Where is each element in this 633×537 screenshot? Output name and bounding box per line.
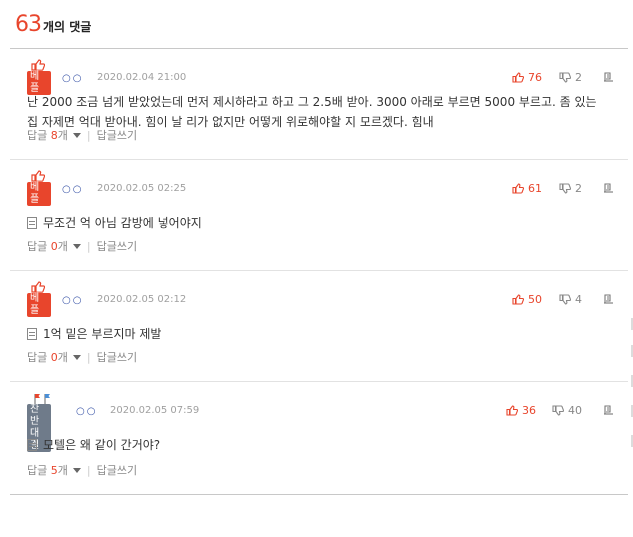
thumbs-down-icon xyxy=(559,183,571,194)
comment-text: 무조건 억 아님 감방에 넣어야지 xyxy=(43,216,202,230)
reply-label: 답글 xyxy=(27,129,48,142)
reply-label: 답글 xyxy=(27,464,48,477)
write-reply-link[interactable]: 답글쓰기 xyxy=(97,127,137,143)
reply-label: 답글 xyxy=(27,240,48,253)
like-button[interactable]: 76 xyxy=(512,71,542,84)
dislike-count: 4 xyxy=(575,293,582,306)
best-thumb-icon xyxy=(31,59,45,71)
comment-count-label: 개의 댓글 xyxy=(43,20,92,34)
thumbs-up-icon xyxy=(512,294,524,305)
reply-unit: 개 xyxy=(57,351,68,364)
comment-text-row: 모텔은 왜 같이 간거야? xyxy=(27,435,160,455)
write-reply-link[interactable]: 답글쓰기 xyxy=(97,349,137,365)
reply-count: 0 xyxy=(50,240,58,253)
comment-item: 찬반대결 ○○ 2020.02.05 07:59 36 40 모텔은 왜 같이 … xyxy=(10,382,628,495)
separator: | xyxy=(86,128,91,142)
like-count: 61 xyxy=(528,182,542,195)
comment-count: 63 xyxy=(15,12,42,37)
comment-footer: 답글 0개 | 답글쓰기 xyxy=(27,238,137,254)
chevron-down-icon[interactable] xyxy=(72,354,81,360)
report-icon[interactable] xyxy=(603,293,614,304)
comment-text: 난 2000 조금 넘게 받았었는데 먼저 제시하라고 하고 그 2.5배 받아… xyxy=(27,95,597,129)
separator: | xyxy=(86,239,91,253)
comment-item: 베플 ○○ 2020.02.05 02:12 50 4 1억 밑은 부르지마 제… xyxy=(10,271,628,382)
best-thumb-icon xyxy=(31,281,45,293)
reply-toggle[interactable]: 답글 8개 xyxy=(27,127,68,143)
thumbs-down-icon xyxy=(559,72,571,83)
like-button[interactable]: 36 xyxy=(506,404,536,417)
reply-unit: 개 xyxy=(57,464,68,477)
dislike-button[interactable]: 2 xyxy=(559,71,582,84)
dislike-button[interactable]: 4 xyxy=(559,293,582,306)
comment-item: 베플 ○○ 2020.02.05 02:25 61 2 무조건 억 아님 감방에… xyxy=(10,160,628,271)
separator: | xyxy=(86,463,91,477)
best-badge-group: 베플 xyxy=(27,281,51,317)
report-icon[interactable] xyxy=(603,404,614,415)
reply-count: 0 xyxy=(50,351,58,364)
reply-toggle[interactable]: 답글 5개 xyxy=(27,462,68,478)
reply-label: 답글 xyxy=(27,351,48,364)
chevron-down-icon[interactable] xyxy=(72,467,81,473)
comment-date: 2020.02.05 02:12 xyxy=(97,294,187,305)
document-icon xyxy=(27,217,37,229)
chevron-down-icon[interactable] xyxy=(72,132,81,138)
reply-count: 8 xyxy=(50,129,58,142)
comment-list: 베플 ○○ 2020.02.04 21:00 76 2 난 2000 조금 넘게… xyxy=(10,49,628,495)
like-count: 76 xyxy=(528,71,542,84)
comment-date: 2020.02.04 21:00 xyxy=(97,72,187,83)
dislike-count: 2 xyxy=(575,71,582,84)
reply-toggle[interactable]: 답글 0개 xyxy=(27,238,68,254)
author-nickname[interactable]: ○○ xyxy=(62,73,83,84)
thumbs-up-icon xyxy=(506,405,518,416)
comment-text: 모텔은 왜 같이 간거야? xyxy=(43,438,161,452)
thumbs-up-icon xyxy=(512,72,524,83)
dislike-button[interactable]: 40 xyxy=(552,404,582,417)
like-count: 50 xyxy=(528,293,542,306)
thumbs-down-icon xyxy=(552,405,564,416)
comment-footer: 답글 8개 | 답글쓰기 xyxy=(27,127,137,143)
reply-unit: 개 xyxy=(57,129,68,142)
author-nickname[interactable]: ○○ xyxy=(76,406,97,417)
comment-footer: 답글 0개 | 답글쓰기 xyxy=(27,349,137,365)
best-badge-group: 베플 xyxy=(27,59,51,95)
reply-toggle[interactable]: 답글 0개 xyxy=(27,349,68,365)
dislike-count: 40 xyxy=(568,404,582,417)
document-icon xyxy=(27,328,37,340)
comment-count-header: 63 개의 댓글 xyxy=(15,12,91,42)
report-icon[interactable] xyxy=(603,182,614,193)
like-button[interactable]: 50 xyxy=(512,293,542,306)
best-badge: 베플 xyxy=(27,182,51,206)
thumbs-down-icon xyxy=(559,294,571,305)
write-reply-link[interactable]: 답글쓰기 xyxy=(97,238,137,254)
best-thumb-icon xyxy=(31,170,45,182)
dislike-button[interactable]: 2 xyxy=(559,182,582,195)
author-nickname[interactable]: ○○ xyxy=(62,295,83,306)
reply-count: 5 xyxy=(50,464,58,477)
like-button[interactable]: 61 xyxy=(512,182,542,195)
author-nickname[interactable]: ○○ xyxy=(62,184,83,195)
reply-unit: 개 xyxy=(57,240,68,253)
comment-date: 2020.02.05 02:25 xyxy=(97,183,187,194)
document-icon xyxy=(27,439,37,451)
separator: | xyxy=(86,350,91,364)
comment-item: 베플 ○○ 2020.02.04 21:00 76 2 난 2000 조금 넘게… xyxy=(10,49,628,160)
thumbs-up-icon xyxy=(512,183,524,194)
comment-date: 2020.02.05 07:59 xyxy=(110,405,200,416)
comment-footer: 답글 5개 | 답글쓰기 xyxy=(27,462,137,478)
comment-text-row: 무조건 억 아님 감방에 넣어야지 xyxy=(27,213,202,233)
chevron-down-icon[interactable] xyxy=(72,243,81,249)
report-icon[interactable] xyxy=(603,71,614,82)
comment-text-row: 1억 밑은 부르지마 제발 xyxy=(27,324,161,344)
best-badge-group: 베플 xyxy=(27,170,51,206)
comment-text: 1억 밑은 부르지마 제발 xyxy=(43,327,162,341)
dislike-count: 2 xyxy=(575,182,582,195)
versus-flag-icon xyxy=(34,394,50,404)
best-badge: 베플 xyxy=(27,293,51,317)
write-reply-link[interactable]: 답글쓰기 xyxy=(97,462,137,478)
like-count: 36 xyxy=(522,404,536,417)
